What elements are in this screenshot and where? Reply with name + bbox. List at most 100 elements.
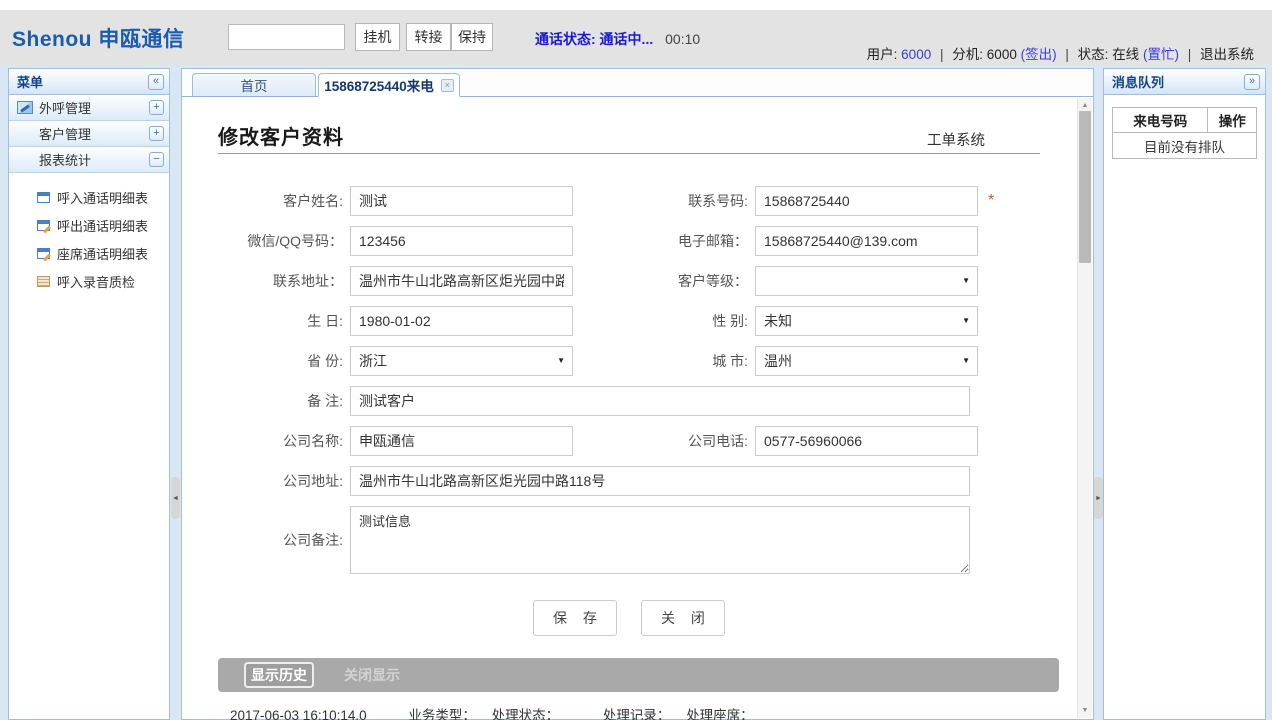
sidebar-item-customer-management[interactable]: 客户管理 + (9, 121, 169, 147)
form-row: 公司备注: 测试信息 (218, 506, 1055, 574)
process-agent-label: 处理座席： (686, 708, 754, 720)
collapse-left-icon[interactable]: « (148, 74, 164, 90)
business-type-label: 业务类型： (408, 708, 476, 720)
work-order-link[interactable]: 工单系统 (927, 129, 985, 150)
edit-customer-form: 修改客户资料 工单系统 客户姓名: 联系号码: * 微信/QQ号码： 电子邮箱：… (182, 121, 1093, 720)
top-header: Shenou 申瓯通信 挂机 转接 保持 通话状态: 通话中... 00:10 … (0, 10, 1272, 65)
transfer-button[interactable]: 转接 (406, 23, 451, 51)
process-status-label: 处理状态： (492, 708, 560, 720)
form-row: 客户姓名: 联系号码: * (218, 186, 1055, 216)
call-timer: 00:10 (665, 31, 700, 47)
gender-label: 性 别: (573, 311, 755, 331)
sidebar-item-agent-call-detail[interactable]: 座席通话明细表 (9, 239, 169, 267)
select-value: 未知 (764, 313, 792, 329)
close-button[interactable]: 关 闭 (641, 600, 725, 636)
report-submenu: 呼入通话明细表 呼出通话明细表 座席通话明细表 呼入录音质检 (9, 173, 169, 295)
main-scrollbar[interactable]: ▲ ▼ (1077, 98, 1092, 718)
company-name-input[interactable] (350, 426, 573, 456)
user-label: 用户: (867, 47, 898, 62)
left-splitter-handle[interactable]: ◄ (171, 477, 180, 519)
company-note-textarea[interactable]: 测试信息 (350, 506, 970, 574)
customer-level-label: 客户等级： (573, 271, 755, 291)
menu-header: 菜单 « (9, 69, 169, 95)
province-label: 省 份: (218, 351, 350, 371)
caller-number-column: 来电号码 (1113, 108, 1208, 133)
sidebar-item-report-statistics[interactable]: 报表统计 − (9, 147, 169, 173)
main-panel: 首页 15868725440来电 × 修改客户资料 工单系统 客户姓名: 联系号… (181, 68, 1094, 720)
group-label: 外呼管理 (39, 98, 91, 117)
note-input[interactable] (350, 386, 970, 416)
email-input[interactable] (755, 226, 978, 256)
logout-link[interactable]: 退出系统 (1200, 47, 1254, 62)
form-row: 微信/QQ号码： 电子邮箱： (218, 226, 1055, 256)
set-busy-link[interactable]: (置忙) (1143, 47, 1179, 62)
sidebar-item-outbound-call-detail[interactable]: 呼出通话明细表 (9, 211, 169, 239)
wechat-qq-label: 微信/QQ号码： (218, 231, 350, 251)
company-phone-input[interactable] (755, 426, 978, 456)
scrollbar-thumb[interactable] (1079, 111, 1091, 263)
history-record: 2017-06-03 16:10:14.0 业务类型： 处理状态： 处理记录： … (218, 704, 1055, 720)
birthday-input[interactable] (350, 306, 573, 336)
workspace: 菜单 « 外呼管理 + 客户管理 + 报表统计 − 呼入通话明细表 (0, 65, 1272, 720)
dial-number-input[interactable] (228, 24, 345, 50)
show-history-button[interactable]: 显示历史 (244, 662, 314, 688)
save-button[interactable]: 保 存 (533, 600, 617, 636)
hide-history-button[interactable]: 关闭显示 (344, 665, 400, 685)
collapse-right-icon[interactable]: » (1244, 74, 1260, 90)
form-row: 联系地址： 客户等级： ▼ (218, 266, 1055, 296)
birthday-label: 生 日: (218, 311, 350, 331)
user-info-bar: 用户: 6000 | 分机: 6000 (签出) | 状态: 在线 (置忙) |… (867, 43, 1254, 63)
expand-plus-icon[interactable]: + (149, 126, 164, 141)
sidebar-item-inbound-call-detail[interactable]: 呼入通话明细表 (9, 183, 169, 211)
wechat-qq-input[interactable] (350, 226, 573, 256)
contact-address-input[interactable] (350, 266, 573, 296)
customer-level-select[interactable]: ▼ (755, 266, 978, 296)
hangup-button[interactable]: 挂机 (355, 23, 400, 51)
menu-sidebar: 菜单 « 外呼管理 + 客户管理 + 报表统计 − 呼入通话明细表 (8, 68, 170, 720)
company-name-label: 公司名称: (218, 431, 350, 451)
report-edit-icon (37, 220, 50, 231)
message-queue-panel: 消息队列 » 来电号码 操作 目前没有排队 (1103, 68, 1266, 720)
tab-strip: 首页 15868725440来电 × (182, 69, 1093, 97)
extension-label: 分机: (952, 47, 983, 62)
scroll-down-icon[interactable]: ▼ (1078, 704, 1092, 717)
chevron-down-icon: ▼ (557, 347, 565, 375)
queue-title: 消息队列 (1112, 72, 1164, 91)
form-row: 公司地址: (218, 466, 1055, 496)
signout-link[interactable]: (签出) (1021, 47, 1057, 62)
city-label: 城 市: (573, 351, 755, 371)
company-address-input[interactable] (350, 466, 970, 496)
submenu-label: 座席通话明细表 (57, 244, 148, 263)
extension-value: 6000 (987, 47, 1017, 62)
tab-home[interactable]: 首页 (192, 73, 316, 96)
menu-title: 菜单 (17, 72, 43, 91)
form-row: 公司名称: 公司电话: (218, 426, 1055, 456)
sidebar-item-inbound-recording-qc[interactable]: 呼入录音质检 (9, 267, 169, 295)
sidebar-item-outbound-management[interactable]: 外呼管理 + (9, 95, 169, 121)
collapse-arrow-icon: ◄ (172, 495, 179, 502)
expand-plus-icon[interactable]: + (149, 100, 164, 115)
tab-incoming-call[interactable]: 15868725440来电 × (318, 73, 460, 97)
group-label: 报表统计 (39, 150, 91, 169)
collapse-minus-icon[interactable]: − (149, 152, 164, 167)
process-record-label: 处理记录： (603, 708, 671, 720)
close-tab-icon[interactable]: × (441, 79, 454, 92)
province-select[interactable]: 浙江 ▼ (350, 346, 573, 376)
select-value: 浙江 (359, 353, 387, 369)
gender-select[interactable]: 未知 ▼ (755, 306, 978, 336)
right-splitter-handle[interactable]: ► (1094, 477, 1103, 519)
required-marker: * (988, 192, 994, 210)
form-row: 备 注: (218, 386, 1055, 416)
select-value: 温州 (764, 353, 792, 369)
phone-icon (17, 101, 33, 114)
city-select[interactable]: 温州 ▼ (755, 346, 978, 376)
contact-number-input[interactable] (755, 186, 978, 216)
hold-button[interactable]: 保持 (451, 23, 493, 51)
form-row: 省 份: 浙江 ▼ 城 市: 温州 ▼ (218, 346, 1055, 376)
form-actions: 保 存 关 闭 (218, 600, 1040, 636)
tab-label: 15868725440来电 (324, 75, 434, 95)
user-id-link[interactable]: 6000 (901, 47, 931, 62)
history-toolbar: 显示历史 关闭显示 (218, 658, 1059, 692)
customer-name-input[interactable] (350, 186, 573, 216)
chevron-down-icon: ▼ (962, 347, 970, 375)
